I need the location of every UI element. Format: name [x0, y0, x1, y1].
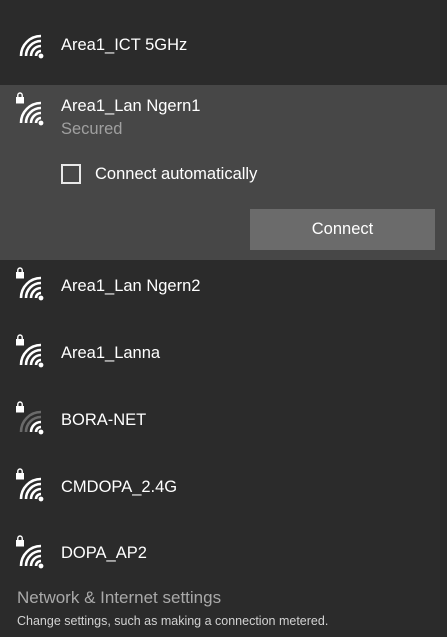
connect-automatically-label: Connect automatically: [95, 164, 258, 183]
network-item-area1-lan-ngern1[interactable]: Area1_Lan Ngern1 Secured Connect automat…: [0, 85, 447, 260]
wifi-flyout: Area1_ICT 5GHz Area1_Lan Ngern1 Secured …: [0, 0, 447, 637]
flyout-footer: Network & Internet settings Change setti…: [0, 580, 447, 637]
network-ssid: BORA-NET: [61, 411, 147, 429]
network-internet-settings-link[interactable]: Network & Internet settings: [17, 588, 221, 608]
wifi-weak-signal-icon: [19, 410, 44, 435]
network-item-area1-ict-5ghz[interactable]: Area1_ICT 5GHz: [0, 0, 447, 67]
network-ssid: Area1_ICT 5GHz: [61, 36, 188, 54]
checkbox-box[interactable]: [61, 164, 81, 184]
network-ssid: Area1_Lanna: [61, 344, 161, 362]
wifi-signal-icon: [19, 34, 44, 59]
network-ssid: Area1_Lan Ngern1: [61, 97, 201, 115]
network-item-cmdopa-2-4g[interactable]: CMDOPA_2.4G: [0, 461, 447, 528]
wifi-signal-icon: [19, 101, 44, 126]
network-item-area1-lan-ngern2[interactable]: Area1_Lan Ngern2: [0, 260, 447, 327]
wifi-signal-icon: [19, 477, 44, 502]
network-ssid: CMDOPA_2.4G: [61, 478, 178, 496]
wifi-signal-icon: [19, 343, 44, 368]
wifi-signal-icon: [19, 276, 44, 301]
wifi-signal-icon: [19, 544, 44, 569]
connect-automatically-checkbox[interactable]: Connect automatically: [61, 161, 257, 187]
connect-button[interactable]: Connect: [250, 209, 435, 250]
network-item-area1-lanna[interactable]: Area1_Lanna: [0, 327, 447, 394]
network-ssid: Area1_Lan Ngern2: [61, 277, 201, 295]
network-status: Secured: [61, 120, 123, 138]
network-item-bora-net[interactable]: BORA-NET: [0, 394, 447, 461]
network-ssid: DOPA_AP2: [61, 544, 147, 562]
network-item-dopa-ap2[interactable]: DOPA_AP2: [0, 528, 447, 580]
settings-description: Change settings, such as making a connec…: [17, 614, 329, 628]
